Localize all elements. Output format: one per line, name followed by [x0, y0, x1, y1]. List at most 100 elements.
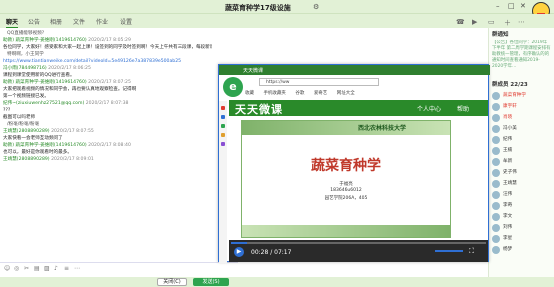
site-brand[interactable]: 天天微课	[235, 101, 283, 117]
sidebar-app-icon[interactable]	[221, 106, 225, 110]
close-icon[interactable]: ✕	[520, 2, 526, 10]
maximize-icon[interactable]: □	[508, 2, 515, 10]
bookmark-item[interactable]: 网址大全	[337, 91, 355, 96]
tab-files[interactable]: 文件	[73, 17, 85, 26]
bookmark-item[interactable]: 谷歌	[295, 91, 304, 96]
sidebar-app-icon[interactable]	[221, 124, 225, 128]
member-name: 刘伟	[503, 225, 513, 230]
sender-name[interactable]: 纪伟~(ziuxiuwenhz27521@qq.com)	[3, 101, 84, 106]
tab-chat[interactable]: 聊天	[6, 17, 19, 28]
gif-icon[interactable]: ◎	[14, 265, 19, 272]
avatar	[492, 147, 500, 155]
sender-name[interactable]: 王靖慧(2808890289)	[3, 157, 50, 162]
sender-name[interactable]: 王靖慧(2808890289)	[3, 129, 50, 134]
member-item[interactable]: 刘伟	[489, 222, 554, 233]
settings-icon[interactable]: ⚙	[313, 3, 319, 11]
bookmark-item[interactable]: 爱奇艺	[314, 91, 328, 96]
member-name: 李文	[503, 214, 513, 219]
scissors-icon[interactable]: ✂	[24, 265, 29, 272]
add-member-icon[interactable]: ＋	[504, 18, 511, 28]
sidebar-app-icon[interactable]	[221, 115, 225, 119]
avatar	[492, 191, 500, 199]
member-item[interactable]: 汪伟	[489, 189, 554, 200]
message-link[interactable]: https://www.tiantianweike.com/detail?vid…	[3, 59, 181, 64]
chat-history: QQ直播能够视频? 助教) 蔬菜育种学-姜维刚(1419614760) 2020/…	[0, 28, 215, 257]
sender-name[interactable]: 助教) 蔬菜育种学-姜维刚(1419614760)	[3, 143, 87, 148]
tab-notice[interactable]: 公告	[28, 17, 40, 26]
member-item[interactable]: 史子伟	[489, 167, 554, 178]
tab-album[interactable]: 相册	[50, 17, 62, 26]
image-icon[interactable]: ▨	[44, 265, 50, 272]
close-button[interactable]: 关闭(C)	[157, 278, 187, 286]
address-bar[interactable]: https://ww	[259, 78, 379, 86]
video-call-icon[interactable]: ▶	[472, 18, 477, 26]
member-item[interactable]: 纪伟	[489, 134, 554, 145]
video-total-time: 07:17	[274, 249, 292, 256]
site-header: 天天微课 个人中心 帮助	[229, 100, 488, 116]
nav-user-center[interactable]: 个人中心	[417, 104, 441, 113]
member-item[interactable]: 王靖慧	[489, 178, 554, 189]
avatar	[492, 224, 500, 232]
message-body: 各位同学，大家好！感受家和大家一起上课！设签到的同学及时签到啊！今天上午共有三段…	[3, 45, 212, 50]
avatar	[492, 125, 500, 133]
message-header: 助教) 蔬菜育种学-姜维刚(1419614760) 2020/2/17 8:05…	[3, 37, 212, 44]
member-item[interactable]: 冯小美	[489, 123, 554, 134]
tab-homework[interactable]: 作业	[96, 17, 108, 26]
message-text: 特啊啊，小王同学	[3, 51, 212, 58]
sender-name[interactable]: 助教) 蔬菜育种学-姜维刚(1419614760)	[3, 80, 87, 85]
bookmark-item[interactable]: 手机收藏夹	[263, 91, 286, 96]
member-item[interactable]: 李奇	[489, 200, 554, 211]
member-item[interactable]: 杨梦	[489, 244, 554, 255]
sidebar-app-icon[interactable]	[221, 142, 225, 146]
sender-name[interactable]: 助教) 蔬菜育种学-姜维刚(1419614760)	[3, 38, 87, 43]
notice-text[interactable]: 【公告】各位同学：2019年下半年 第二周学期课程安排有助教统一管理，有序确认的…	[489, 40, 554, 78]
more-tools-icon[interactable]: ⋯	[74, 265, 80, 272]
tab-settings[interactable]: 设置	[120, 17, 132, 26]
emoji-icon[interactable]: ☺	[4, 265, 10, 272]
message-time: 2020/2/17 8:06:25	[48, 66, 91, 71]
member-item[interactable]: 李文	[489, 211, 554, 222]
message-header: 助教) 蔬菜育种学-姜维刚(1419614760) 2020/2/17 8:08…	[3, 142, 212, 149]
member-item[interactable]: 康宇轩	[489, 101, 554, 112]
message-time: 2020/2/17 8:07:55	[51, 129, 94, 134]
member-list: 蔬菜育种学 康宇轩 肖晓冯小美纪伟 王楠 牟新 史子伟王靖慧汪伟 李奇李文刘伟李星 杨梦	[489, 90, 554, 255]
more-icon[interactable]: ⋯	[518, 18, 525, 26]
share-screen-icon[interactable]: ▭	[488, 18, 495, 26]
volume-slider[interactable]	[435, 250, 463, 252]
title-bar: 蔬菜育种学17级设施 ⚙ – □ ✕	[0, 0, 554, 14]
bookmark-item[interactable]: 收藏	[245, 91, 254, 96]
course-slide: 西北农林科技大学 蔬菜育种学 于福亮 183646u6012 园艺学院206A，…	[241, 120, 451, 238]
nav-help[interactable]: 帮助	[457, 104, 469, 113]
poll-icon[interactable]: ≡	[64, 265, 69, 272]
fullscreen-icon[interactable]: ⛶	[469, 247, 474, 256]
send-button[interactable]: 发送(S)	[193, 278, 229, 286]
browser-tab[interactable]: 天天微课	[219, 65, 490, 75]
message-text: https://www.tiantianweike.com/detail?vid…	[3, 58, 212, 65]
folder-icon[interactable]: ▤	[34, 265, 40, 272]
avatar	[492, 114, 500, 122]
message-text: /粉毫/粉毫/粉毫	[3, 121, 212, 128]
avatar	[492, 180, 500, 188]
mic-icon[interactable]: ♪	[54, 265, 58, 272]
minimize-icon[interactable]: –	[496, 2, 500, 10]
message-text: ???	[3, 107, 212, 114]
member-item[interactable]: 王楠	[489, 145, 554, 156]
member-name: 冯小美	[503, 126, 517, 131]
member-item[interactable]: 蔬菜育种学	[489, 90, 554, 101]
slide-line: 183646u6012	[330, 188, 362, 193]
phone-icon[interactable]: ☎	[456, 18, 465, 26]
message-body: 课程到课堂使用新的QQ进行查看。	[3, 73, 75, 78]
video-time: 00:28 / 07:17	[251, 249, 292, 256]
member-name: 王靖慧	[503, 181, 517, 186]
video-progress-bar[interactable]	[231, 242, 486, 244]
member-item[interactable]: 李星	[489, 233, 554, 244]
play-icon[interactable]: ▶	[234, 247, 244, 257]
browser-tab-title: 天天微课	[243, 68, 264, 74]
message-body: 第一个视频链接已发。	[3, 94, 49, 99]
member-item[interactable]: 牟新	[489, 156, 554, 167]
sidebar-app-icon[interactable]	[221, 133, 225, 137]
member-item[interactable]: 肖晓	[489, 112, 554, 123]
composer-toolbar: ☺ ◎ ✂ ▤ ▨ ♪ ≡ ⋯	[0, 262, 238, 272]
sender-name[interactable]: 冯小雨(784498716)	[3, 66, 47, 71]
message-body: ???	[3, 108, 11, 113]
